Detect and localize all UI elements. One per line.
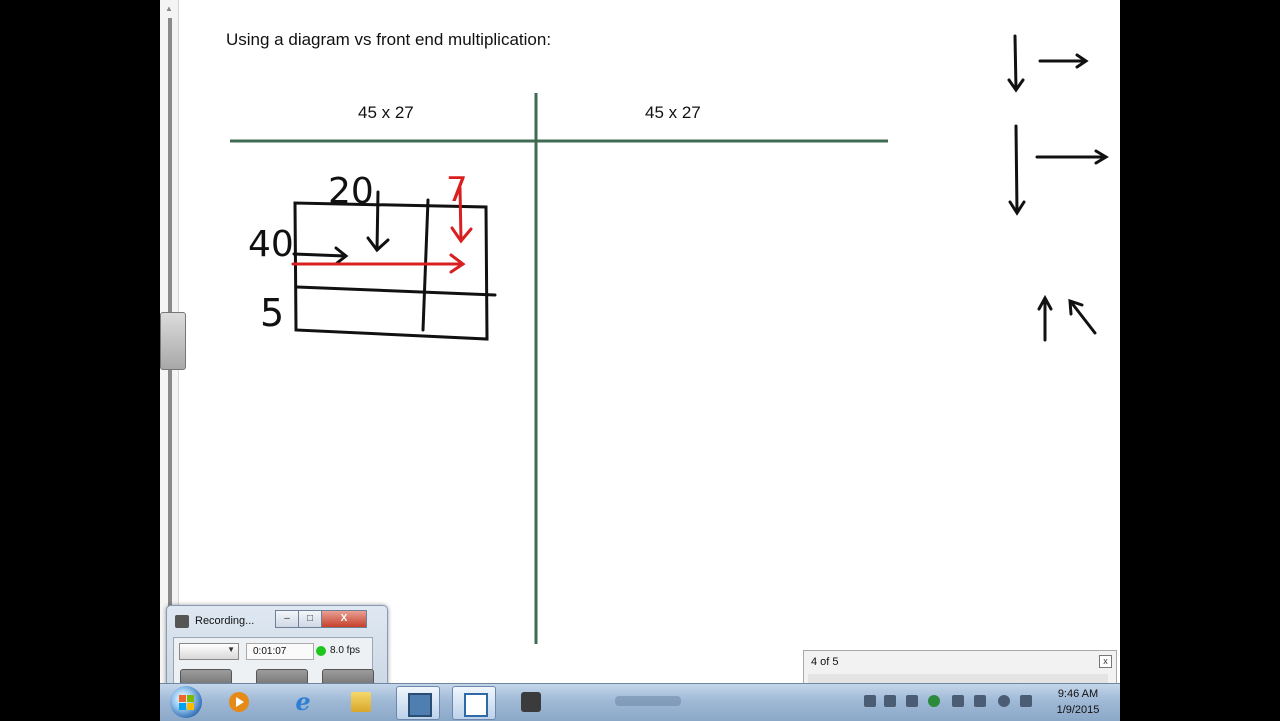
minimize-button[interactable]: – <box>275 610 299 628</box>
taskbar-app-internet-explorer[interactable]: e <box>282 686 324 718</box>
handwritten-label-40: 40 <box>248 224 294 265</box>
recording-status-icon <box>316 646 326 656</box>
taskbar-app-screen[interactable] <box>396 686 440 720</box>
clock-date: 1/9/2015 <box>1056 704 1100 716</box>
screen-app-icon <box>408 693 432 717</box>
handwritten-label-20: 20 <box>328 171 374 212</box>
tray-icon[interactable] <box>906 695 918 707</box>
maximize-button[interactable]: □ <box>298 610 322 628</box>
tray-icon[interactable] <box>928 695 940 707</box>
tray-icon[interactable] <box>864 695 876 707</box>
page-counter: 4 of 5 <box>811 656 839 668</box>
media-player-icon <box>229 692 249 712</box>
close-button[interactable]: X <box>321 610 367 628</box>
camera-icon <box>175 615 189 628</box>
tray-icon[interactable] <box>998 695 1010 707</box>
page-panel-close-button[interactable]: x <box>1099 655 1112 668</box>
camera-icon <box>521 692 541 712</box>
folder-icon <box>351 692 371 712</box>
handwritten-label-5: 5 <box>260 291 284 335</box>
network-icon[interactable] <box>1020 695 1032 707</box>
recording-timer: 0:01:07 <box>246 643 314 660</box>
recorder-dropdown[interactable]: ▼ <box>179 643 239 660</box>
taskbar-app-explorer[interactable] <box>340 686 382 718</box>
chevron-down-icon: ▼ <box>227 645 235 654</box>
handwritten-label-7: 7 <box>446 170 468 210</box>
taskbar-blurred-item <box>615 696 681 706</box>
start-button[interactable] <box>170 686 202 718</box>
windows-logo-icon <box>187 703 194 710</box>
clock-time: 9:46 AM <box>1057 688 1099 700</box>
fps-readout: 8.0 fps <box>330 645 361 656</box>
notes-app-icon <box>464 693 488 717</box>
windows-logo-icon <box>179 695 186 702</box>
tray-icon[interactable] <box>952 695 964 707</box>
windows-logo-icon <box>187 695 194 702</box>
taskbar-clock[interactable]: 9:46 AM 1/9/2015 <box>1040 686 1116 718</box>
taskbar-app-recorder[interactable] <box>510 686 552 718</box>
internet-explorer-icon: e <box>295 687 311 716</box>
windows-logo-icon <box>179 703 186 710</box>
system-tray <box>850 688 1040 716</box>
recorder-title: Recording... <box>195 615 255 627</box>
taskbar: e 9:46 AM 1/9/2015 <box>160 683 1120 721</box>
volume-icon[interactable] <box>974 695 986 707</box>
tray-icon[interactable] <box>884 695 896 707</box>
taskbar-app-notes[interactable] <box>452 686 496 720</box>
taskbar-app-media-player[interactable] <box>218 686 260 718</box>
red-grid-arrows <box>291 186 473 274</box>
side-arrows <box>1007 34 1109 342</box>
area-model-grid <box>293 198 497 341</box>
